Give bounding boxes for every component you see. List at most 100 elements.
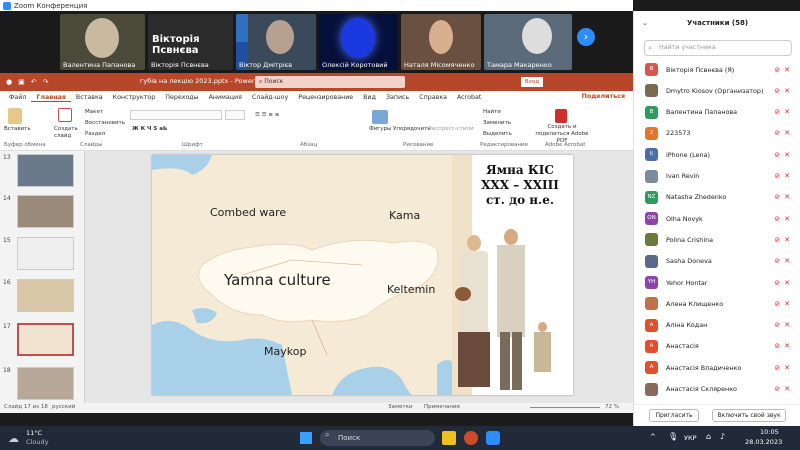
find-button[interactable]: Найти (483, 109, 501, 115)
participant-row[interactable]: А Аліна Кодан ⊘ ✕ (634, 315, 794, 336)
slide-thumbnail-selected[interactable] (17, 323, 74, 356)
file-name: губів на лекцію 2023.pptx - PowerPoint (140, 77, 271, 85)
mic-icon[interactable]: 🎙 (668, 432, 678, 441)
participant-row[interactable]: ON Olha Novyk ⊘ ✕ (634, 208, 794, 229)
tab-file[interactable]: Файл (4, 94, 31, 101)
tab-acrobat[interactable]: Acrobat (452, 94, 486, 101)
participant-name: 223573 (666, 129, 691, 138)
notes-button[interactable]: Заметки (388, 404, 413, 410)
zoom-app-icon[interactable] (486, 431, 500, 445)
tab-home[interactable]: Главная (31, 94, 71, 102)
redo-icon[interactable]: ↷ (43, 78, 49, 86)
participant-row[interactable]: Анастасія Скляренко ⊘ ✕ (634, 379, 794, 400)
shapes-button[interactable]: Фигуры (369, 126, 391, 132)
participant-row[interactable]: А Анастасія Владиченко ⊘ ✕ (634, 357, 794, 378)
chevron-right-icon[interactable]: › (577, 28, 595, 46)
tab-animations[interactable]: Анимация (204, 94, 247, 101)
participant-row[interactable]: Polina Crishina ⊘ ✕ (634, 229, 794, 250)
invite-button[interactable]: Пригласить (649, 409, 699, 422)
chevron-down-icon[interactable]: ⌄ (642, 19, 648, 27)
ppt-status-bar: Слайд 17 из 18 русский Заметки Примечани… (0, 403, 633, 413)
video-tile[interactable]: Вікторія Псвнєва Вікторія Псвнєва (148, 14, 233, 70)
participant-row[interactable]: NZ Natasha Zhedenko ⊘ ✕ (634, 187, 794, 208)
slide-thumbnails-pane[interactable]: 13 14 15 16 17 18 (0, 151, 85, 403)
reset-button[interactable]: Восстановить (85, 120, 125, 126)
adobe-pdf-icon[interactable] (555, 109, 567, 123)
tab-view[interactable]: Вид (358, 94, 381, 101)
tab-review[interactable]: Рецензирование (293, 94, 358, 101)
participant-row[interactable]: А Анастасія ⊘ ✕ (634, 336, 794, 357)
network-icon[interactable]: ⌂ (706, 432, 711, 441)
ppt-search-box[interactable]: ⌕ Поиск (255, 76, 405, 88)
tab-insert[interactable]: Вставка (71, 94, 108, 101)
taskbar-search[interactable]: Поиск (320, 430, 435, 446)
participant-row[interactable]: I(iPhone (Lena) ⊘ ✕ (634, 144, 794, 165)
weather-desc[interactable]: Cloudy (26, 438, 48, 446)
current-slide[interactable]: Combed ware Kama Yamna culture Keltemin … (152, 155, 573, 395)
participant-row[interactable]: 2 223573 ⊘ ✕ (634, 123, 794, 144)
section-button[interactable]: Раздел (85, 131, 105, 137)
video-tile[interactable]: Віктор Дмітрієв (236, 14, 316, 70)
participant-row[interactable]: Dmytro Kiosov (Организатор) ⊘ ✕ (634, 80, 794, 101)
tab-transitions[interactable]: Переходы (160, 94, 203, 101)
browser-icon[interactable] (464, 431, 478, 445)
zoom-slider[interactable] (530, 407, 600, 408)
paste-button[interactable]: Вставить (4, 126, 31, 132)
font-family-select[interactable] (130, 110, 222, 120)
tab-slideshow[interactable]: Слайд-шоу (247, 94, 293, 101)
font-size-select[interactable] (225, 110, 245, 120)
layout-button[interactable]: Макет (85, 109, 103, 115)
comments-button[interactable]: Примечания (424, 404, 460, 410)
volume-icon[interactable]: ♪ (720, 432, 725, 441)
search-icon: ⌕ (259, 78, 263, 85)
replace-button[interactable]: Заменить (483, 120, 511, 126)
autosave-icon[interactable]: ● (6, 78, 12, 86)
participant-name: Вікторія Псвнєва (Я) (666, 65, 735, 74)
video-tile[interactable]: Тамара Макаренко (484, 14, 572, 70)
participant-row[interactable]: Алена Клищенко ⊘ ✕ (634, 293, 794, 314)
participant-row[interactable]: Ivan Revin ⊘ ✕ (634, 166, 794, 187)
shapes-icon[interactable] (372, 110, 388, 124)
sign-in-button[interactable]: Вход (521, 77, 543, 87)
save-icon[interactable]: ▣ (18, 78, 25, 86)
undo-icon[interactable]: ↶ (31, 78, 37, 86)
video-tile[interactable]: Наталя Місомяченко (401, 14, 481, 70)
input-language[interactable]: УКР (684, 434, 697, 442)
windows-start-icon[interactable] (300, 432, 312, 444)
search-icon: ⌕ (648, 44, 652, 52)
paste-icon[interactable] (8, 108, 22, 124)
arrange-button[interactable]: Упорядочить (393, 126, 431, 132)
clock-time[interactable]: 10:05 (760, 428, 779, 436)
tab-design[interactable]: Конструктор (108, 94, 161, 101)
mic-muted-icon: ✕ (784, 193, 790, 202)
participant-search-input[interactable]: Найти участника (644, 40, 792, 56)
video-tile[interactable]: Олексій Коротовий (319, 14, 398, 70)
mic-muted-icon: ✕ (784, 342, 790, 351)
weather-temp[interactable]: 11°C (26, 429, 42, 437)
slide-title-line-3: ст. до н.е. (485, 193, 555, 207)
paragraph-controls[interactable]: ☰ ☰ ≡ ≡ (255, 112, 279, 118)
participant-row[interactable]: В Валентина Папанова ⊘ ✕ (634, 102, 794, 123)
tab-help[interactable]: Справка (414, 94, 452, 101)
slide-thumbnail[interactable] (17, 154, 74, 187)
slide-thumbnail[interactable] (17, 195, 74, 228)
unmute-button[interactable]: Включить свой звук (712, 409, 786, 422)
bold-icon[interactable]: Ж К Ч S аЬ (132, 126, 167, 132)
new-slide-icon[interactable] (58, 108, 72, 122)
participant-row[interactable]: В Вікторія Псвнєва (Я) ⊘ ✕ (634, 59, 794, 80)
video-tile[interactable]: Валентина Папанова (60, 14, 145, 70)
slide-thumbnail[interactable] (17, 237, 74, 270)
new-slide-button[interactable]: Создать слайд (54, 126, 78, 140)
quick-styles-button[interactable]: Экспресс-стили (428, 126, 474, 132)
file-explorer-icon[interactable] (442, 431, 456, 445)
chevron-up-icon[interactable]: ^ (650, 433, 656, 441)
clock-date[interactable]: 28.03.2023 (745, 438, 782, 446)
taskbar-search-label: Поиск (338, 434, 361, 442)
select-button[interactable]: Выделить (483, 131, 512, 137)
participant-row[interactable]: Sasha Doneva ⊘ ✕ (634, 251, 794, 272)
slide-thumbnail[interactable] (17, 367, 74, 400)
tab-record[interactable]: Запись (381, 94, 414, 101)
share-button[interactable]: Поделиться (582, 93, 625, 100)
slide-thumbnail[interactable] (17, 279, 74, 312)
participant-row[interactable]: YH Yehor Hontar ⊘ ✕ (634, 272, 794, 293)
